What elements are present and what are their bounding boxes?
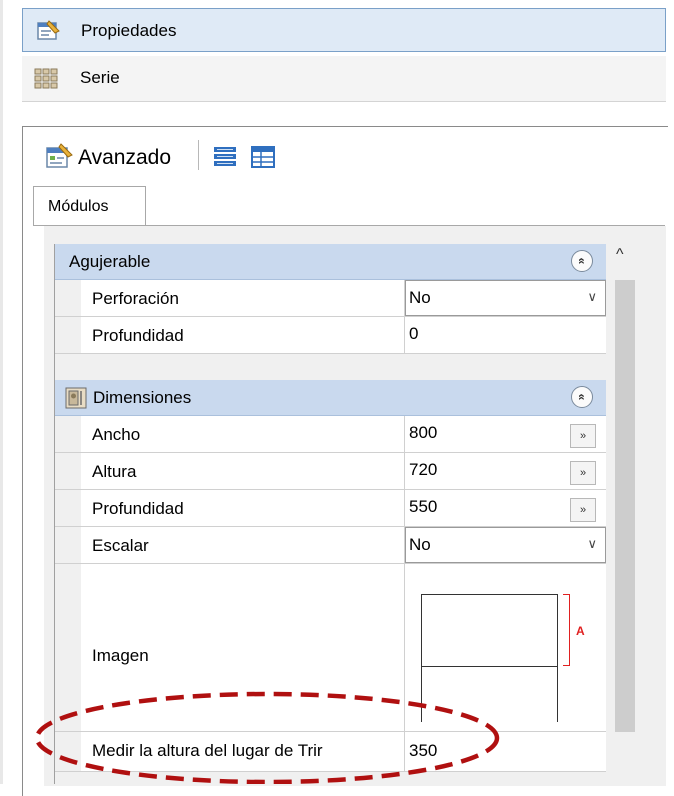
property-row-ancho: Ancho 800 » [55,416,606,453]
property-value[interactable]: 720 [409,460,437,480]
tab-modulos[interactable]: Módulos [33,186,146,226]
serie-header[interactable]: Serie [22,56,666,102]
propiedades-header[interactable]: Propiedades [22,8,666,52]
property-name: Profundidad [81,317,405,353]
propiedades-label: Propiedades [81,21,177,40]
row-gutter [55,453,81,489]
property-row-altura: Altura 720 » [55,453,606,490]
alphabetical-list-icon[interactable] [250,144,276,170]
property-name: Ancho [81,416,405,452]
scroll-thumb[interactable] [615,280,635,732]
ellipsis-button[interactable]: » [570,461,596,485]
property-name: Perforación [81,280,405,316]
escalar-dropdown[interactable]: No ∨ [405,527,606,563]
row-gutter [55,416,81,452]
property-row-escalar: Escalar No ∨ [55,527,606,564]
dimension-label: A [576,624,585,638]
category-dimensiones[interactable]: Dimensiones « [55,380,606,416]
category-dimensiones-label: Dimensiones [93,388,192,407]
category-agujerable-label: Agujerable [69,252,151,271]
serie-label: Serie [80,68,120,87]
categorized-list-icon[interactable] [212,144,238,170]
highlight-ellipse [34,691,500,784]
property-name: Escalar [81,527,405,563]
dimension-bracket [563,594,570,666]
properties-icon [35,19,61,41]
chevron-down-icon[interactable]: ∨ [587,289,597,305]
row-gutter [55,527,81,563]
property-value: No [409,288,431,307]
toolbar-separator [198,140,199,170]
property-value[interactable]: 0 [409,324,418,344]
property-value[interactable]: 800 [409,423,437,443]
property-row-profundidad: Profundidad 550 » [55,490,606,527]
vertical-scrollbar[interactable]: ^ [610,244,640,784]
category-agujerable[interactable]: Agujerable « [55,244,606,280]
row-gutter [55,490,81,526]
collapse-icon[interactable]: « [571,250,593,272]
scroll-up-icon[interactable]: ^ [616,246,624,264]
tab-modulos-label: Módulos [48,198,109,215]
property-name: Altura [81,453,405,489]
property-row-profundidad-agujero: Profundidad 0 [55,317,606,354]
preview-shelf-line [421,666,558,667]
ellipsis-button[interactable]: » [570,498,596,522]
property-value[interactable]: 550 [409,497,437,517]
perforacion-dropdown[interactable]: No ∨ [405,280,606,316]
avanzado-button[interactable]: Avanzado [78,146,171,170]
property-name: Profundidad [81,490,405,526]
row-gutter [55,280,81,316]
cabinet-icon [65,387,87,409]
collapse-icon[interactable]: « [571,386,593,408]
grid-icon [34,68,58,90]
row-gutter [55,317,81,353]
chevron-down-icon[interactable]: ∨ [587,536,597,552]
property-value: No [409,535,431,554]
property-row-perforacion: Perforación No ∨ [55,280,606,317]
window-edge [0,0,3,784]
advanced-properties-icon[interactable] [44,142,74,170]
ellipsis-button[interactable]: » [570,424,596,448]
